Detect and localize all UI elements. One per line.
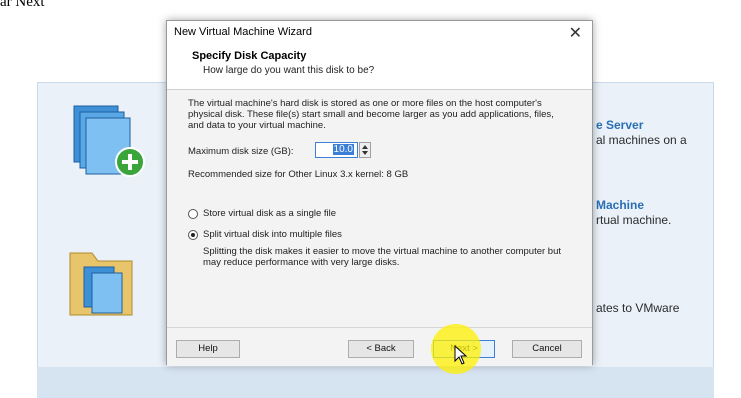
bg-item-desc-2: rtual machine. xyxy=(596,213,672,227)
max-size-value: 10.0 xyxy=(332,144,354,155)
step-title: Specify Disk Capacity xyxy=(192,50,307,62)
open-vm-folder-icon[interactable] xyxy=(62,245,142,320)
close-icon[interactable]: ✕ xyxy=(569,23,582,43)
help-button[interactable]: Help xyxy=(176,340,240,358)
back-button[interactable]: < Back xyxy=(348,340,414,358)
disk-description: The virtual machine's hard disk is store… xyxy=(188,98,554,131)
dialog-titlebar[interactable]: New Virtual Machine Wizard ✕ xyxy=(167,21,592,45)
bg-item-desc-1: al machines on a xyxy=(596,133,687,147)
wizard-footer: Help < Back Next > Cancel xyxy=(167,327,592,366)
spin-up-icon[interactable] xyxy=(362,145,368,149)
recommended-size: Recommended size for Other Linux 3.x ker… xyxy=(188,169,409,180)
max-size-label: Maximum disk size (GB): xyxy=(188,146,294,157)
bg-item-title-1[interactable]: e Server xyxy=(596,118,643,132)
cancel-button[interactable]: Cancel xyxy=(512,340,582,358)
wizard-header: Specify Disk Capacity How large do you w… xyxy=(167,45,592,90)
bg-item-title-2[interactable]: Machine xyxy=(596,198,644,212)
new-vm-wizard-dialog: New Virtual Machine Wizard ✕ Specify Dis… xyxy=(166,20,593,366)
create-vm-icon[interactable] xyxy=(66,100,152,180)
split-files-label[interactable]: Split virtual disk into multiple files xyxy=(203,229,342,240)
home-panel-footer xyxy=(37,367,714,398)
max-size-input[interactable]: 10.0 xyxy=(315,142,358,158)
mouse-cursor-icon xyxy=(454,345,468,365)
single-file-radio[interactable] xyxy=(188,209,198,219)
wizard-body: The virtual machine's hard disk is store… xyxy=(167,90,592,327)
size-spinner[interactable] xyxy=(359,142,371,158)
dialog-title: New Virtual Machine Wizard xyxy=(174,26,312,38)
split-note: Splitting the disk makes it easier to mo… xyxy=(203,246,562,268)
caption-text: ar Next xyxy=(0,0,45,10)
step-subtitle: How large do you want this disk to be? xyxy=(203,65,375,76)
spin-down-icon[interactable] xyxy=(362,151,368,155)
single-file-label[interactable]: Store virtual disk as a single file xyxy=(203,208,336,219)
split-files-radio[interactable] xyxy=(188,230,198,240)
bg-item-desc-3: ates to VMware xyxy=(596,301,680,315)
